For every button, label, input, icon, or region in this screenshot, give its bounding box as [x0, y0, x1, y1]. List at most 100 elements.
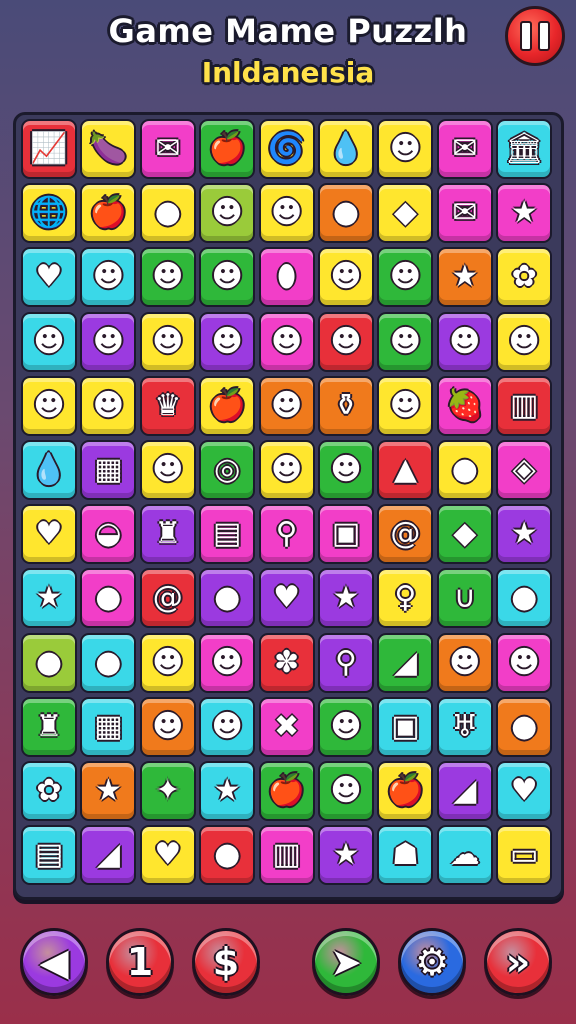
- game-tile[interactable]: ☻: [80, 247, 137, 308]
- game-tile[interactable]: ☻: [139, 311, 196, 372]
- game-tile[interactable]: ☗: [377, 825, 434, 886]
- game-tile[interactable]: ▲: [377, 440, 434, 500]
- game-tile[interactable]: ◢: [436, 761, 493, 821]
- game-tile[interactable]: ▥: [258, 825, 315, 886]
- game-tile[interactable]: 📈: [21, 119, 77, 179]
- game-tile[interactable]: 🌀: [258, 119, 315, 179]
- game-tile[interactable]: ▥: [496, 375, 553, 436]
- game-tile[interactable]: ☻: [199, 247, 256, 308]
- game-tile[interactable]: ✽: [258, 632, 315, 693]
- game-tile[interactable]: ◆: [377, 183, 434, 244]
- game-tile[interactable]: 🍆: [80, 119, 137, 179]
- game-tile[interactable]: ☻: [199, 632, 256, 693]
- game-tile[interactable]: ✦: [139, 761, 196, 821]
- game-tile[interactable]: ☻: [139, 632, 196, 693]
- level-button[interactable]: 1: [106, 928, 174, 996]
- game-tile[interactable]: ☻: [139, 696, 196, 757]
- game-tile[interactable]: 💧: [21, 440, 77, 500]
- pause-button[interactable]: [505, 6, 565, 66]
- game-tile[interactable]: ♜: [21, 696, 77, 757]
- game-tile[interactable]: ●: [199, 568, 256, 629]
- game-tile[interactable]: 🍎: [258, 761, 315, 821]
- game-tile[interactable]: ◢: [377, 632, 434, 693]
- game-tile[interactable]: ✉: [139, 119, 196, 179]
- game-tile[interactable]: ♥: [258, 568, 315, 629]
- game-tile[interactable]: ▦: [80, 440, 137, 500]
- game-tile[interactable]: ♥: [496, 761, 553, 821]
- game-tile[interactable]: ▣: [318, 504, 374, 565]
- game-tile[interactable]: ●: [80, 568, 137, 629]
- game-tile[interactable]: ♅: [436, 696, 493, 757]
- game-tile[interactable]: ●: [436, 440, 493, 500]
- game-tile[interactable]: ☁: [436, 825, 493, 886]
- game-tile[interactable]: ☻: [318, 247, 374, 308]
- game-tile[interactable]: ☻: [21, 375, 77, 436]
- game-tile[interactable]: 🌐: [21, 183, 77, 244]
- game-tile[interactable]: ☻: [496, 632, 553, 693]
- game-tile[interactable]: ★: [436, 247, 493, 308]
- game-tile[interactable]: ◢: [80, 825, 137, 886]
- shop-button[interactable]: $: [192, 928, 260, 996]
- game-tile[interactable]: ●: [80, 632, 137, 693]
- next-button[interactable]: »: [484, 928, 552, 996]
- game-tile[interactable]: ☻: [258, 311, 315, 372]
- game-tile[interactable]: 🍎: [199, 375, 256, 436]
- game-tile[interactable]: ★: [496, 504, 553, 565]
- game-tile[interactable]: ⚲: [258, 504, 315, 565]
- game-tile[interactable]: ●: [139, 183, 196, 244]
- game-tile[interactable]: ★: [318, 825, 374, 886]
- game-tile[interactable]: ☻: [139, 247, 196, 308]
- game-tile[interactable]: 🍓: [436, 375, 493, 436]
- back-button[interactable]: ◀: [20, 928, 88, 996]
- game-tile[interactable]: ☻: [377, 247, 434, 308]
- game-tile[interactable]: ☻: [377, 375, 434, 436]
- game-tile[interactable]: ✉: [436, 183, 493, 244]
- game-tile[interactable]: ●: [496, 568, 553, 629]
- game-tile[interactable]: ☻: [377, 119, 434, 179]
- game-tile[interactable]: ●: [21, 632, 77, 693]
- game-tile[interactable]: 🍎: [377, 761, 434, 821]
- game-tile[interactable]: ●: [199, 825, 256, 886]
- game-tile[interactable]: ☻: [436, 632, 493, 693]
- game-tile[interactable]: ♜: [139, 504, 196, 565]
- game-tile[interactable]: ★: [199, 761, 256, 821]
- game-tile[interactable]: ♛: [139, 375, 196, 436]
- game-tile[interactable]: ♀: [377, 568, 434, 629]
- game-tile[interactable]: ☻: [436, 311, 493, 372]
- game-tile[interactable]: ☻: [139, 440, 196, 500]
- game-tile[interactable]: ▣: [377, 696, 434, 757]
- game-tile[interactable]: ▤: [21, 825, 77, 886]
- game-tile[interactable]: ✿: [496, 247, 553, 308]
- game-tile[interactable]: ♥: [139, 825, 196, 886]
- game-tile[interactable]: ♥: [21, 247, 77, 308]
- game-tile[interactable]: ⚱: [318, 375, 374, 436]
- game-tile[interactable]: ☻: [377, 311, 434, 372]
- game-tile[interactable]: ◆: [436, 504, 493, 565]
- game-tile[interactable]: ◒: [80, 504, 137, 565]
- game-tile[interactable]: @: [377, 504, 434, 565]
- game-tile[interactable]: ☻: [318, 440, 374, 500]
- settings-button[interactable]: ⚙: [398, 928, 466, 996]
- game-tile[interactable]: ▭: [496, 825, 553, 886]
- game-tile[interactable]: ☻: [258, 440, 315, 500]
- game-tile[interactable]: ⬮: [258, 247, 315, 308]
- game-tile[interactable]: ◎: [199, 440, 256, 500]
- game-tile[interactable]: ☻: [318, 761, 374, 821]
- game-tile[interactable]: ⚲: [318, 632, 374, 693]
- game-tile[interactable]: ☻: [80, 375, 137, 436]
- game-tile[interactable]: ☻: [80, 311, 137, 372]
- game-tile[interactable]: ☻: [318, 696, 374, 757]
- game-tile[interactable]: 🍎: [199, 119, 256, 179]
- game-tile[interactable]: ★: [80, 761, 137, 821]
- game-tile[interactable]: ☻: [318, 311, 374, 372]
- game-tile[interactable]: ∪: [436, 568, 493, 629]
- game-tile[interactable]: ★: [496, 183, 553, 244]
- game-tile[interactable]: ✉: [436, 119, 493, 179]
- game-tile[interactable]: ☻: [258, 375, 315, 436]
- game-tile[interactable]: ✿: [21, 761, 77, 821]
- game-tile[interactable]: ☻: [21, 311, 77, 372]
- game-tile[interactable]: ★: [21, 568, 77, 629]
- game-tile[interactable]: ●: [318, 183, 374, 244]
- game-tile[interactable]: ♥: [21, 504, 77, 565]
- game-tile[interactable]: ✖: [258, 696, 315, 757]
